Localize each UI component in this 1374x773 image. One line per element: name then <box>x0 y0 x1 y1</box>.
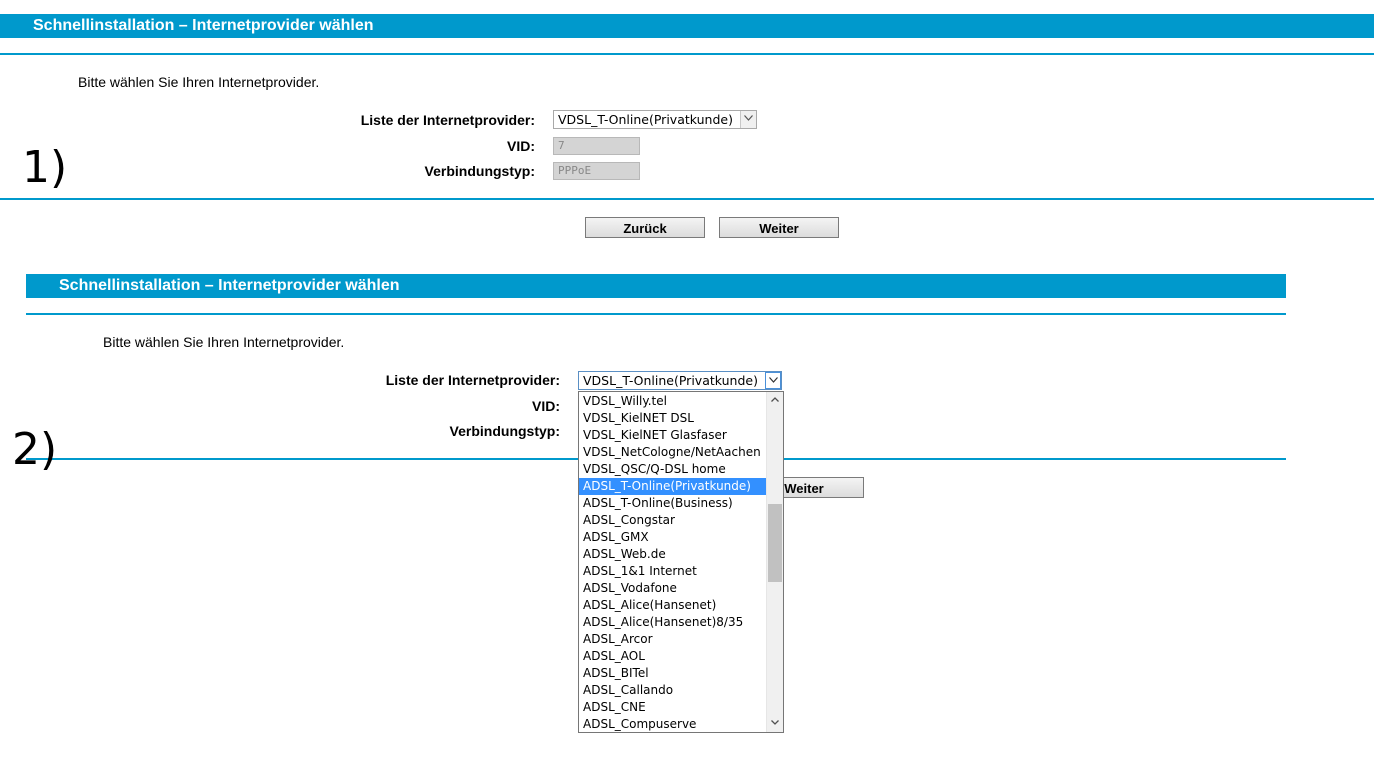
scroll-up-icon[interactable] <box>767 392 783 409</box>
panel-title: Schnellinstallation – Internetprovider w… <box>0 14 1374 38</box>
dropdown-option[interactable]: ADSL_AOL <box>579 648 766 665</box>
dropdown-option[interactable]: ADSL_Web.de <box>579 546 766 563</box>
provider-dropdown-list[interactable]: VDSL_Willy.tel VDSL_KielNET DSL VDSL_KielN… <box>578 391 784 733</box>
dropdown-option[interactable]: VDSL_KielNET DSL <box>579 410 766 427</box>
dropdown-option[interactable]: ADSL_T-Online(Privatkunde) <box>579 478 766 495</box>
chevron-down-icon[interactable] <box>765 372 781 389</box>
dropdown-option[interactable]: ADSL_Callando <box>579 682 766 699</box>
dropdown-option[interactable]: VDSL_Willy.tel <box>579 393 766 410</box>
step-marker-1: 1) <box>22 142 68 193</box>
dropdown-scrollbar[interactable] <box>766 392 783 732</box>
connection-type-input: PPPoE <box>553 162 640 180</box>
dropdown-option[interactable]: VDSL_NetCologne/NetAachen <box>579 444 766 461</box>
scroll-down-icon[interactable] <box>767 715 783 732</box>
dropdown-option[interactable]: ADSL_T-Online(Business) <box>579 495 766 512</box>
dropdown-option[interactable]: ADSL_GMX <box>579 529 766 546</box>
provider-options: VDSL_Willy.tel VDSL_KielNET DSL VDSL_KielN… <box>579 393 766 732</box>
divider <box>0 198 1374 200</box>
connection-type-label: Verbindungstyp: <box>424 163 535 179</box>
provider-select-value: VDSL_T-Online(Privatkunde) <box>583 373 758 388</box>
provider-label: Liste der Internetprovider: <box>385 372 560 388</box>
dropdown-option[interactable]: ADSL_BITel <box>579 665 766 682</box>
quick-setup-panel-1: Schnellinstallation – Internetprovider w… <box>0 14 1374 244</box>
provider-label: Liste der Internetprovider: <box>360 112 535 128</box>
intro-text: Bitte wählen Sie Ihren Internetprovider. <box>78 74 320 90</box>
dropdown-option[interactable]: ADSL_Compuserve <box>579 716 766 732</box>
divider <box>0 53 1374 55</box>
dropdown-option[interactable]: ADSL_Congstar <box>579 512 766 529</box>
provider-select[interactable]: VDSL_T-Online(Privatkunde) <box>578 371 782 390</box>
provider-select[interactable]: VDSL_T-Online(Privatkunde) <box>553 110 757 129</box>
dropdown-option[interactable]: ADSL_Alice(Hansenet)8/35 <box>579 614 766 631</box>
panel-title: Schnellinstallation – Internetprovider w… <box>26 274 1286 298</box>
chevron-down-icon[interactable] <box>740 111 756 128</box>
dropdown-option[interactable]: VDSL_KielNET Glasfaser <box>579 427 766 444</box>
scrollbar-thumb[interactable] <box>768 504 782 582</box>
dropdown-option[interactable]: ADSL_1&1 Internet <box>579 563 766 580</box>
dropdown-option[interactable]: ADSL_Arcor <box>579 631 766 648</box>
dropdown-option[interactable]: VDSL_QSC/Q-DSL home <box>579 461 766 478</box>
divider <box>26 313 1286 315</box>
next-button[interactable]: Weiter <box>719 217 839 238</box>
step-marker-2: 2) <box>12 424 58 475</box>
dropdown-option[interactable]: ADSL_CNE <box>579 699 766 716</box>
dropdown-option[interactable]: ADSL_Alice(Hansenet) <box>579 597 766 614</box>
provider-select-value: VDSL_T-Online(Privatkunde) <box>558 112 733 127</box>
back-button[interactable]: Zurück <box>585 217 705 238</box>
dropdown-option[interactable]: ADSL_Vodafone <box>579 580 766 597</box>
vid-label: VID: <box>507 138 535 154</box>
intro-text: Bitte wählen Sie Ihren Internetprovider. <box>103 334 345 350</box>
vid-label: VID: <box>532 398 560 414</box>
vid-input: 7 <box>553 137 640 155</box>
connection-type-label: Verbindungstyp: <box>449 423 560 439</box>
